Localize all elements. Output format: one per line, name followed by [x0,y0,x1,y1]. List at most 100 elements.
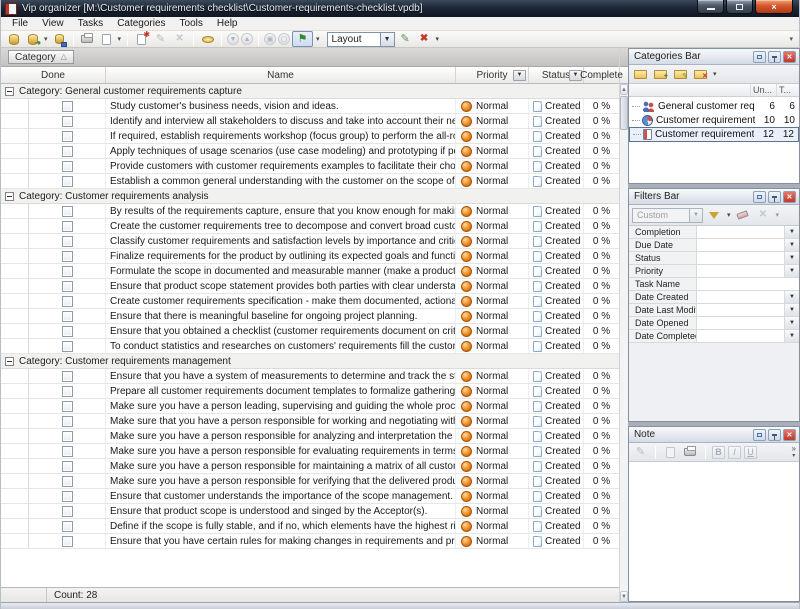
bold-button[interactable]: B [712,446,725,459]
delete-layout-button[interactable]: ✖ [416,32,433,47]
scrollbar-thumb[interactable] [620,96,628,130]
task-row[interactable]: Ensure that you have a system of measure… [1,369,619,384]
minimize-button[interactable] [697,0,724,14]
italic-button[interactable]: I [728,446,741,459]
underline-button[interactable]: U [744,446,757,459]
filter-field-dropdown[interactable]: ▼ [784,252,799,264]
new-task-button[interactable]: ✱ [133,32,150,47]
task-row[interactable]: Finalize requirements for the product by… [1,249,619,264]
task-row[interactable]: Apply techniques of usage scenarios (use… [1,144,619,159]
done-checkbox[interactable] [62,206,73,217]
note-toolbar-overflow[interactable]: »▾ [792,445,796,459]
done-checkbox[interactable] [62,281,73,292]
done-checkbox[interactable] [62,146,73,157]
task-row[interactable]: Make sure you have a person responsible … [1,444,619,459]
filter-field-dropdown[interactable]: ▼ [784,304,799,316]
layout-combobox[interactable]: Layout ▼ [327,32,395,47]
done-checkbox[interactable] [62,536,73,547]
menu-view[interactable]: View [35,17,71,30]
filter-field-value[interactable] [697,278,799,290]
filter-field-value[interactable] [697,252,784,264]
filter-field-dropdown[interactable]: ▼ [784,265,799,277]
task-row[interactable]: Establish a common general understanding… [1,174,619,189]
close-button[interactable]: × [755,0,793,14]
filter-field-value[interactable] [697,291,784,303]
done-checkbox[interactable] [62,326,73,337]
note-preview-button[interactable] [662,445,679,460]
done-checkbox[interactable] [62,101,73,112]
task-row[interactable]: Ensure that product scope statement prov… [1,279,619,294]
collapse-group-icon[interactable] [5,357,14,366]
filter-field-dropdown[interactable]: ▼ [784,330,799,342]
categories-toolbar-dropdown[interactable]: ▾ [712,71,718,78]
new-database-button[interactable] [5,32,22,47]
categories-maximize-button[interactable] [753,51,766,63]
category-tree-item[interactable]: General customer requirements ca66 [629,99,799,113]
filter-field-dropdown[interactable]: ▼ [784,226,799,238]
done-checkbox[interactable] [62,341,73,352]
task-row[interactable]: Identify and interview all stakeholders … [1,114,619,129]
priority-filter-button[interactable]: ▼ [513,70,526,81]
filter-field-dropdown[interactable]: ▼ [784,317,799,329]
collapse-all-button[interactable]: ▢ [278,33,290,45]
filter-field-value[interactable] [697,226,784,238]
filter-field-value[interactable] [697,304,784,316]
layout-dropdown[interactable]: ▾ [435,36,441,43]
filter-field-value[interactable] [697,317,784,329]
filter-field-dropdown[interactable]: ▼ [784,291,799,303]
column-header-priority[interactable]: Priority ▼ [456,67,529,83]
filter-field-value[interactable] [697,239,784,251]
task-row[interactable]: Make sure you have a person responsible … [1,459,619,474]
filters-pin-button[interactable] [768,191,781,203]
done-checkbox[interactable] [62,446,73,457]
done-checkbox[interactable] [62,416,73,427]
done-checkbox[interactable] [62,311,73,322]
filters-toolbar-dropdown[interactable]: ▾ [774,212,780,219]
menu-file[interactable]: File [5,17,35,30]
note-close-button[interactable]: ✕ [783,429,796,441]
category-tree-item[interactable]: Customer requirements managem1212 [629,127,799,142]
task-row[interactable]: Make sure that you have a person respons… [1,414,619,429]
task-row[interactable]: Ensure that you obtained a checklist (cu… [1,324,619,339]
view-tasks-button[interactable] [199,32,216,47]
filters-maximize-button[interactable] [753,191,766,203]
done-checkbox[interactable] [62,461,73,472]
done-checkbox[interactable] [62,131,73,142]
delete-category-button[interactable]: ✕ [692,67,709,82]
menu-help[interactable]: Help [210,17,245,30]
column-header-complete[interactable]: Complete [584,67,619,83]
move-down-button[interactable]: ▼ [227,33,239,45]
group-header-row[interactable]: Category: Customer requirements manageme… [1,354,619,369]
print-preview-button[interactable] [98,32,115,47]
apply-filter-dropdown[interactable]: ▾ [726,212,732,219]
done-checkbox[interactable] [62,116,73,127]
note-edit-button[interactable]: ✎ [632,445,649,460]
column-unread[interactable]: Un... [751,84,777,96]
menu-categories[interactable]: Categories [110,17,172,30]
save-database-button[interactable] [51,32,68,47]
expand-all-button[interactable]: ▣ [264,33,276,45]
task-row[interactable]: Classify customer requirements and satis… [1,234,619,249]
layout-toggle-button[interactable]: ⚑ [292,31,313,47]
task-row[interactable]: Ensure that there is meaningful baseline… [1,309,619,324]
done-checkbox[interactable] [62,521,73,532]
open-dropdown[interactable]: ▾ [43,36,49,43]
task-row[interactable]: Ensure that product scope is understood … [1,504,619,519]
clear-filter-button[interactable] [734,208,751,223]
done-checkbox[interactable] [62,251,73,262]
task-row[interactable]: Prepare all customer requirements docume… [1,384,619,399]
filter-preset-value[interactable]: Custom [632,208,690,223]
filter-field-dropdown[interactable]: ▼ [784,239,799,251]
note-pin-button[interactable] [768,429,781,441]
task-row[interactable]: Make sure you have a person responsible … [1,429,619,444]
task-row[interactable]: Study customer's business needs, vision … [1,99,619,114]
layout-toggle-dropdown[interactable]: ▾ [315,36,321,43]
filter-preset-dropdown[interactable]: ▼ [690,208,703,223]
toolbar-overflow-button[interactable]: ▾ [789,35,795,43]
edit-layout-button[interactable]: ✎ [397,32,414,47]
task-row[interactable]: Make sure you have a person leading, sup… [1,399,619,414]
groupby-category-chip[interactable]: Category △ [8,50,74,64]
task-row[interactable]: By results of the requirements capture, … [1,204,619,219]
category-tree-item[interactable]: Customer requirements analysis1010 [629,113,799,127]
done-checkbox[interactable] [62,296,73,307]
